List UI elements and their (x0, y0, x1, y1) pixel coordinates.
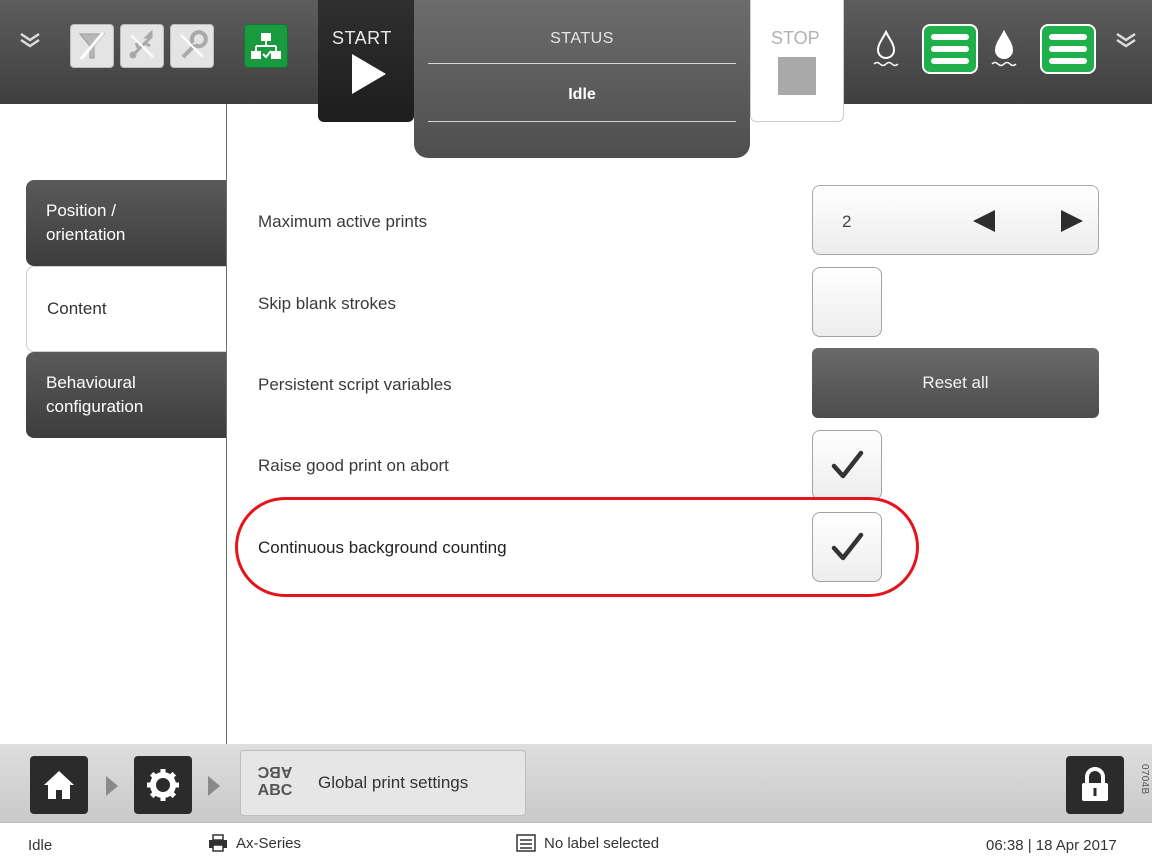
play-icon (352, 54, 386, 94)
status-value: Idle (568, 86, 596, 103)
ink-status-2[interactable] (990, 22, 1100, 74)
raise-good-print-on-abort-checkbox[interactable] (812, 430, 882, 500)
highlight-annotation (235, 497, 919, 597)
filter-icon[interactable] (70, 24, 114, 68)
persistent-script-variables-label: Persistent script variables (258, 375, 452, 394)
ink-level-icon (1040, 24, 1096, 74)
status-panel: STATUS Idle (414, 0, 750, 158)
ink-drop-icon (872, 28, 900, 68)
network-icon[interactable] (244, 24, 288, 68)
version-code: 0704B (1139, 764, 1150, 795)
skip-blank-strokes-checkbox[interactable] (812, 267, 882, 337)
chevron-down-icon[interactable] (16, 26, 44, 54)
label-icon (516, 834, 536, 852)
tool-icon[interactable] (170, 24, 214, 68)
checkmark-icon (831, 450, 864, 479)
lock-button[interactable] (1066, 756, 1124, 814)
breadcrumb-label: Global print settings (318, 773, 469, 792)
status-bar: Idle Ax-Series No label selected 06:38 |… (0, 822, 1152, 866)
ink-status-1[interactable] (872, 22, 982, 74)
usb-icon[interactable] (120, 24, 164, 68)
breadcrumb-arrow-icon (106, 776, 118, 796)
chevron-down-icon[interactable] (1112, 26, 1140, 54)
sidebar-item-behavioural-configuration[interactable]: Behavioural configuration (26, 352, 226, 438)
status-divider (428, 63, 736, 64)
status-title: STATUS (550, 30, 614, 47)
max-active-prints-stepper: 2 (812, 185, 1099, 255)
reset-all-button[interactable]: Reset all (812, 348, 1099, 418)
label-status: No label selected (516, 834, 659, 852)
ink-level-icon (922, 24, 978, 74)
skip-blank-strokes-label: Skip blank strokes (258, 294, 396, 313)
printer-icon (209, 834, 227, 852)
home-button[interactable] (30, 756, 88, 814)
home-icon (44, 771, 74, 799)
breadcrumb-arrow-icon (208, 776, 220, 796)
sidebar-item-label: Position / orientation (46, 201, 126, 244)
stop-icon (778, 57, 816, 95)
printer-status: Ax-Series (208, 834, 301, 852)
decrement-arrow-icon[interactable] (973, 210, 995, 232)
date-time: 06:38 | 18 Apr 2017 (986, 837, 1117, 854)
raise-good-print-on-abort-label: Raise good print on abort (258, 456, 449, 475)
stop-label: STOP (771, 28, 820, 48)
status-divider (428, 121, 736, 122)
max-active-prints-label: Maximum active prints (258, 212, 428, 231)
sidebar-item-position-orientation[interactable]: Position / orientation (26, 180, 226, 266)
lock-icon (1082, 767, 1108, 801)
sidebar-item-label: Behavioural configuration (46, 373, 144, 416)
increment-arrow-icon[interactable] (1061, 210, 1083, 232)
status-state: Idle (28, 837, 53, 854)
bottom-nav-bar: ABC ABC Global print settings 0704B (0, 744, 1152, 822)
abc-icon: ABC ABC (257, 763, 293, 799)
gear-icon (147, 769, 179, 801)
sidebar-item-content[interactable]: Content (26, 266, 226, 352)
sidebar-divider (226, 104, 227, 744)
start-button[interactable]: START (318, 0, 414, 122)
max-active-prints-value: 2 (842, 212, 852, 231)
start-label: START (332, 28, 392, 48)
stop-button[interactable]: STOP (750, 0, 844, 122)
settings-button[interactable] (134, 756, 192, 814)
top-bar: START STATUS Idle STOP (0, 0, 1152, 158)
ink-drop-icon (990, 28, 1018, 68)
sidebar-item-label: Content (47, 299, 107, 318)
breadcrumb-current: ABC ABC Global print settings (240, 750, 526, 816)
